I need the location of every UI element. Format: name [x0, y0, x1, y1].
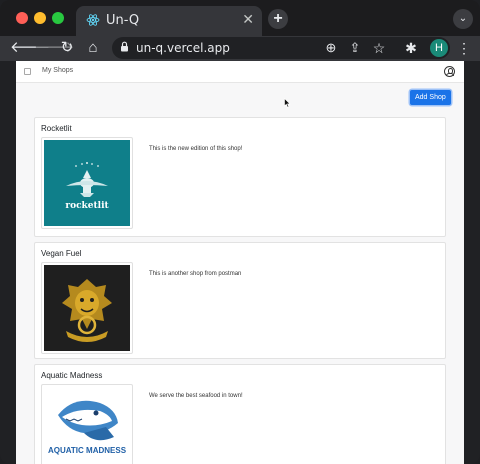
minimize-window-button[interactable]: [34, 12, 46, 24]
maximize-window-button[interactable]: [52, 12, 64, 24]
mouse-cursor-icon: [284, 98, 291, 108]
shop-logo: AQUATIC MADNESS: [41, 384, 133, 464]
shop-card[interactable]: Rocketlit rocketlit This is the new edit…: [34, 117, 446, 237]
add-shop-button[interactable]: Add Shop: [410, 90, 451, 105]
shop-description: This is another shop from postman: [149, 271, 242, 277]
shop-card[interactable]: Aquatic Madness AQUATIC MADNESS We serve…: [34, 364, 446, 464]
nav-link-my-shops[interactable]: My Shops: [42, 67, 73, 74]
profile-avatar[interactable]: H: [430, 39, 448, 57]
active-tab[interactable]: Un-Q ✕: [76, 6, 262, 36]
bookmark-star-icon[interactable]: ☆: [370, 39, 388, 57]
home-icon[interactable]: ⌂: [84, 39, 102, 57]
forward-arrow-icon[interactable]: 🡒: [34, 39, 74, 57]
page-viewport: My Shops Add Shop Rocketlit rocketlit Th…: [16, 61, 464, 464]
lock-icon: [120, 41, 129, 55]
shop-description: This is the new edition of this shop!: [149, 146, 243, 152]
browser-window: Un-Q ✕ + ⌄ 🡐 🡒 ↻ ⌂ un-q.vercel.app ⊕ ⇪ ☆…: [0, 0, 480, 464]
tab-title: Un-Q: [106, 13, 140, 28]
shop-logo: rocketlit: [41, 137, 133, 229]
shop-name[interactable]: Vegan Fuel: [41, 249, 81, 258]
tab-bar: Un-Q ✕ + ⌄: [0, 0, 480, 36]
zoom-icon[interactable]: ⊕: [322, 39, 340, 57]
shop-logo: [41, 262, 133, 354]
aquatic-madness-logo-image: AQUATIC MADNESS: [44, 387, 130, 464]
vegan-fuel-logo-image: [44, 265, 130, 351]
navbar: My Shops: [16, 61, 464, 83]
user-account-icon[interactable]: [444, 66, 455, 77]
close-window-button[interactable]: [16, 12, 28, 24]
share-icon[interactable]: ⇪: [346, 39, 364, 57]
aquatic-logo-text: AQUATIC MADNESS: [48, 446, 127, 455]
shop-description: We serve the best seafood in town!: [149, 393, 243, 399]
shop-name[interactable]: Aquatic Madness: [41, 371, 102, 380]
browser-menu-icon[interactable]: ⋮: [455, 39, 473, 57]
shop-name[interactable]: Rocketlit: [41, 124, 72, 133]
tab-search-button[interactable]: ⌄: [453, 9, 473, 29]
rocketlit-logo-image: rocketlit: [44, 140, 130, 226]
url-text: un-q.vercel.app: [136, 41, 230, 55]
browser-toolbar: 🡐 🡒 ↻ ⌂ un-q.vercel.app ⊕ ⇪ ☆ ✱ H ⋮: [0, 36, 480, 61]
extensions-icon[interactable]: ✱: [402, 39, 420, 57]
reload-icon[interactable]: ↻: [58, 39, 76, 57]
react-favicon-icon: [86, 14, 100, 26]
new-tab-button[interactable]: +: [268, 9, 288, 29]
back-arrow-icon[interactable]: 🡐: [10, 39, 50, 57]
tab-close-icon[interactable]: ✕: [242, 11, 254, 27]
app-logo-icon[interactable]: [24, 68, 31, 75]
address-bar[interactable]: un-q.vercel.app ⊕ ⇪ ☆ ✱: [112, 37, 450, 59]
rocketlit-logo-text: rocketlit: [65, 201, 109, 211]
shop-card[interactable]: Vegan Fuel This is another shop from pos…: [34, 242, 446, 359]
